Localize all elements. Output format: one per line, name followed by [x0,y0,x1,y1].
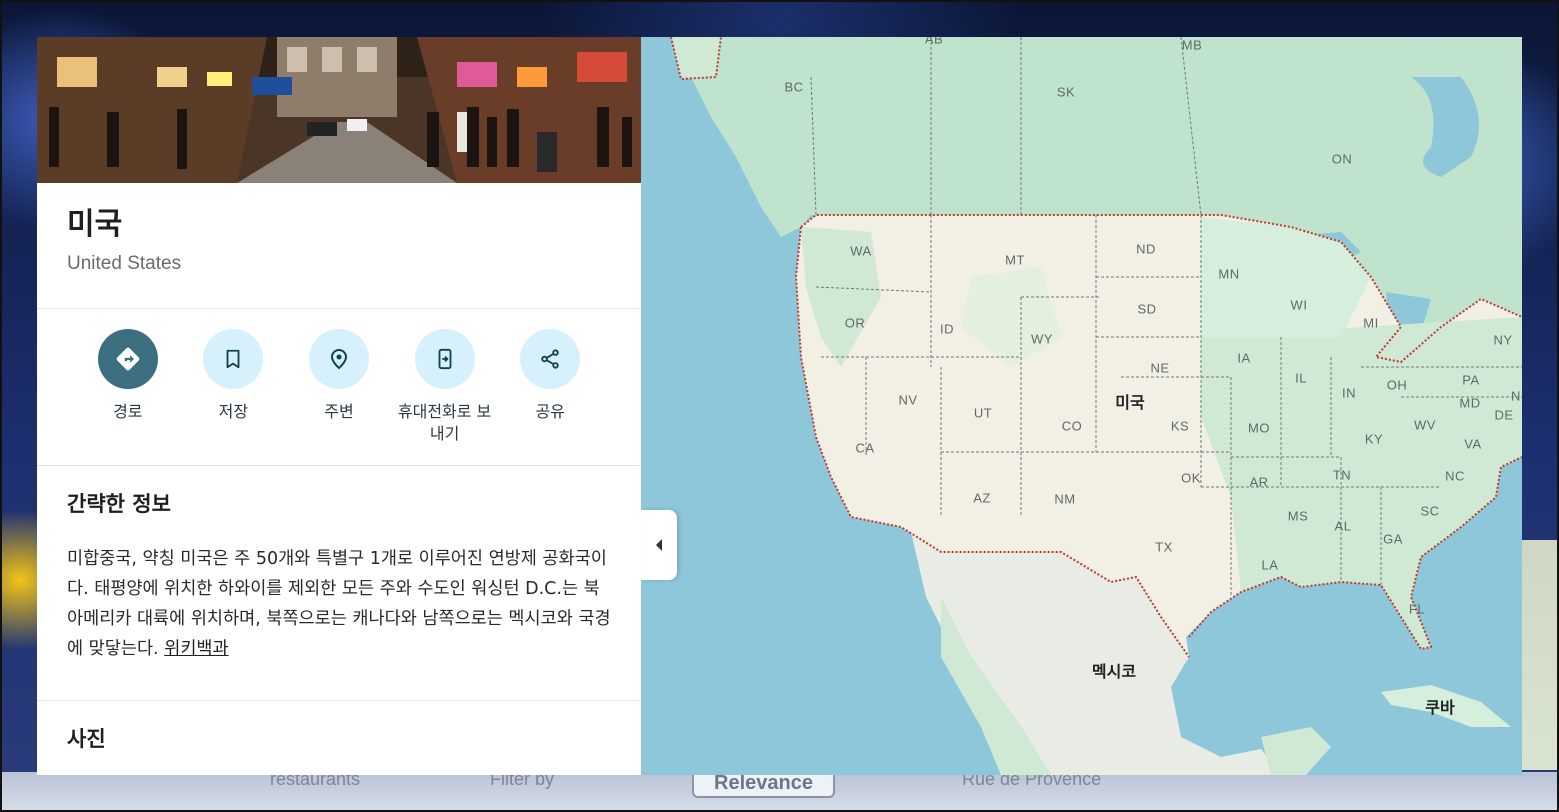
send-to-phone-label: 휴대전화로 보내기 [397,402,492,443]
map-label-ia: IA [1237,350,1251,366]
map-label-wv: WV [1414,417,1436,433]
save-button[interactable]: 저장 [181,329,287,465]
about-description: 미합중국, 약칭 미국은 주 50개와 특별구 1개로 이루어진 연방제 공화국… [67,544,611,664]
bookmark-icon [203,329,264,389]
collapse-panel-button[interactable] [641,510,677,580]
photos-title: 사진 [67,727,106,751]
nearby-button[interactable]: 주변 [286,329,392,465]
action-bar: 경로 저장 주변 휴대전화로 보내기 공유 [37,309,641,466]
map-label-ks: KS [1170,418,1190,434]
map-label-md: MD [1459,395,1481,411]
map-label-ar: AR [1249,474,1269,490]
map-label-on: ON [1331,151,1353,167]
map-label-ms: MS [1287,508,1309,524]
map-label-tn: TN [1332,467,1352,483]
map-label-ky: KY [1364,431,1384,447]
save-label: 저장 [218,402,249,421]
map-label-pa: PA [1462,372,1480,388]
map-label-mo: MO [1248,420,1270,436]
send-to-phone-icon [414,329,475,389]
map-label-ut: UT [973,405,993,421]
map-label-mi: MI [1363,315,1379,331]
map-label-or: OR [844,315,866,331]
about-text: 미합중국, 약칭 미국은 주 50개와 특별구 1개로 이루어진 연방제 공화국… [67,549,611,659]
map-label-fl: FL [1408,601,1426,617]
map-canvas[interactable]: AB MB BC SK ON WA MT ND MN OR ID WY SD W… [641,37,1522,775]
about-title: 간략한 정보 [67,492,171,516]
map-label-tx: TX [1155,539,1173,555]
map-label-nc: NC [1445,468,1465,484]
map-label-sc: SC [1420,503,1440,519]
map-label-wy: WY [1031,331,1053,347]
share-button[interactable]: 공유 [497,329,603,465]
directions-label: 경로 [113,402,143,421]
map-label-co: CO [1061,418,1083,434]
map-label-cuba[interactable]: 쿠바 [1425,694,1454,718]
map-label-mexico[interactable]: 멕시코 [1092,658,1136,682]
map-label-usa[interactable]: 미국 [1115,389,1144,413]
map-label-nv: NV [898,392,918,408]
map-label-ab: AB [924,37,944,47]
nearby-label: 주변 [324,402,354,421]
directions-icon [97,329,158,389]
map-label-la: LA [1261,557,1279,573]
background-map-fragment [1521,540,1559,770]
map-label-id: ID [940,321,954,337]
map-label-in: IN [1342,385,1356,401]
map-label-nm: NM [1054,491,1076,507]
place-hero-photo[interactable] [37,37,641,183]
map-label-wi: WI [1290,297,1308,313]
map-label-de: DE [1494,407,1514,423]
map-label-ca: CA [855,440,875,456]
map-label-va: VA [1464,436,1482,452]
map-label-n: N [1511,388,1521,404]
map-label-sd: SD [1137,301,1157,317]
map-label-nd: ND [1136,241,1156,257]
map-label-wa: WA [850,243,872,259]
map-label-ny: NY [1493,332,1513,348]
map-label-az: AZ [973,490,991,506]
map-label-al: AL [1334,518,1352,534]
share-icon [520,329,581,389]
map-label-mt: MT [1005,252,1025,268]
map-label-sk: SK [1056,84,1076,100]
map-label-mn: MN [1218,266,1240,282]
share-label: 공유 [535,402,565,421]
street-photo-image [37,37,641,183]
about-section: 간략한 정보 미합중국, 약칭 미국은 주 50개와 특별구 1개로 이루어진 … [37,466,641,701]
map-label-ne: NE [1150,360,1170,376]
maps-window: 미국 United States 경로 저장 주변 휴대전화로 보내기 공유 간… [37,37,1522,775]
photos-section: 사진 [37,701,641,753]
map-image [670,37,1522,775]
map-label-oh: OH [1386,377,1408,393]
place-header: 미국 United States [37,183,641,309]
place-subtitle: United States [67,253,182,274]
map-label-bc: BC [784,79,804,95]
map-label-mb: MB [1181,37,1203,53]
map-label-ga: GA [1383,531,1403,547]
map-label-il: IL [1295,370,1307,386]
map-label-ok: OK [1181,470,1201,486]
place-title: 미국 [67,207,123,242]
place-panel: 미국 United States 경로 저장 주변 휴대전화로 보내기 공유 간… [37,37,641,775]
nearby-icon [308,329,369,389]
wikipedia-link[interactable]: 위키백과 [164,639,228,659]
send-to-phone-button[interactable]: 휴대전화로 보내기 [392,329,498,465]
chevron-left-icon [656,539,662,551]
directions-button[interactable]: 경로 [75,329,181,465]
